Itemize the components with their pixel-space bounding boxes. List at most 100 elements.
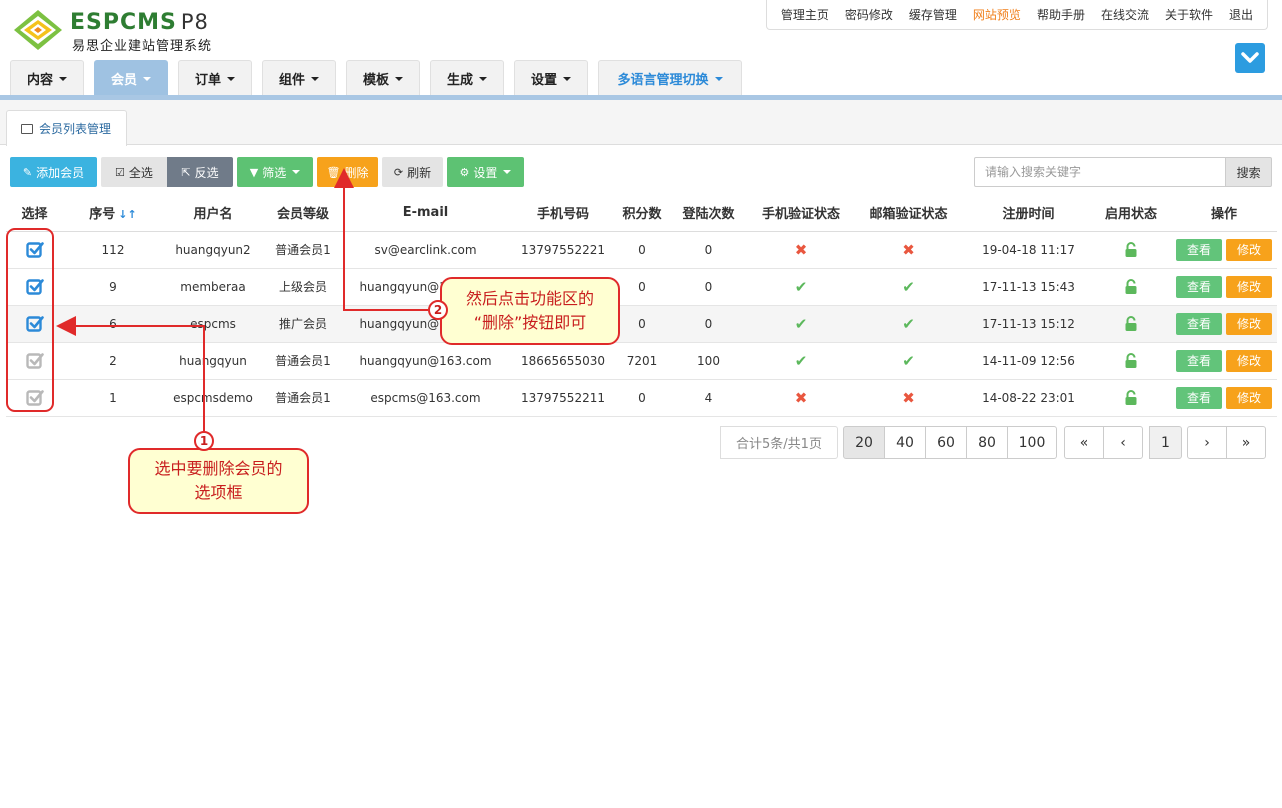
nav-tab-2[interactable]: 订单 (178, 60, 252, 96)
caret-down-icon (311, 76, 319, 81)
unlock-icon[interactable] (1124, 241, 1138, 257)
nav-tab-3[interactable]: 组件 (262, 60, 336, 96)
nav-tab-7[interactable]: 多语言管理切换 (598, 60, 742, 96)
first-page-button[interactable]: « (1064, 426, 1104, 459)
page-size-option[interactable]: 100 (1007, 426, 1057, 459)
cell-level: 普通会员1 (263, 231, 343, 269)
edit-button[interactable]: 修改 (1226, 238, 1272, 261)
unlock-icon[interactable] (1124, 278, 1138, 294)
caret-down-icon (59, 76, 67, 81)
delete-button[interactable]: 🗑 删除 (317, 157, 378, 187)
annotation-2-line2: “删除”按钮即可 (473, 313, 587, 332)
column-header-10: 注册时间 (966, 195, 1091, 232)
top-link-2[interactable]: 缓存管理 (901, 6, 965, 23)
pagination-nav-end: › » (1187, 426, 1266, 459)
view-button[interactable]: 查看 (1176, 312, 1222, 335)
cell-actions: 查看 修改 (1171, 305, 1277, 343)
column-header-0: 选择 (6, 195, 63, 232)
checked-checkbox-icon[interactable] (25, 315, 44, 332)
view-button[interactable]: 查看 (1176, 349, 1222, 372)
gear-icon: ⚙ (459, 165, 470, 179)
column-header-1[interactable]: 序号 ↓↑ (63, 195, 163, 232)
page-number-button[interactable]: 1 (1149, 426, 1182, 459)
edit-button[interactable]: 修改 (1226, 386, 1272, 409)
sort-icon[interactable]: ↓↑ (118, 208, 136, 221)
unchecked-checkbox-icon[interactable] (25, 389, 44, 406)
nav-tab-5[interactable]: 生成 (430, 60, 504, 96)
current-page: 1 (1149, 426, 1182, 459)
filter-button[interactable]: ▼ 筛选 (237, 157, 313, 187)
add-member-button[interactable]: ✎ 添加会员 (10, 157, 97, 187)
version-label: P8 (180, 10, 209, 34)
page-size-option[interactable]: 80 (966, 426, 1008, 459)
edit-icon: ✎ (22, 165, 33, 179)
cell-actions: 查看 修改 (1171, 268, 1277, 306)
cross-icon: ✖ (902, 388, 915, 407)
cell-phone: 18665655030 (508, 342, 618, 380)
column-header-7: 登陆次数 (666, 195, 751, 232)
cell-points: 0 (618, 305, 666, 343)
view-button[interactable]: 查看 (1176, 275, 1222, 298)
settings-button[interactable]: ⚙ 设置 (447, 157, 524, 187)
checked-checkbox-icon[interactable] (25, 278, 44, 295)
cell-enabled-status (1091, 379, 1171, 417)
unchecked-checkbox-icon[interactable] (25, 352, 44, 369)
cell-username: huangqyun (163, 342, 263, 380)
pagination-total: 合计5条/共1页 (720, 426, 838, 459)
edit-button[interactable]: 修改 (1226, 275, 1272, 298)
unlock-icon[interactable] (1124, 389, 1138, 405)
prev-page-button[interactable]: ‹ (1103, 426, 1143, 459)
cell-registered: 14-11-09 12:56 (966, 342, 1091, 380)
nav-tab-label: 会员 (110, 73, 137, 88)
nav-tab-1[interactable]: 会员 (94, 60, 168, 96)
collapse-toggle-button[interactable] (1235, 43, 1265, 73)
nav-tab-6[interactable]: 设置 (514, 60, 588, 96)
search-input[interactable] (974, 157, 1227, 187)
search-button[interactable]: 搜索 (1226, 157, 1272, 187)
tab-member-list[interactable]: 会员列表管理 (6, 110, 127, 146)
checked-checkbox-icon[interactable] (25, 241, 44, 258)
page-size-option[interactable]: 20 (843, 426, 885, 459)
unlock-icon[interactable] (1124, 352, 1138, 368)
caret-down-icon (143, 76, 151, 81)
check-icon: ✔ (902, 351, 915, 370)
top-link-1[interactable]: 密码修改 (837, 6, 901, 23)
cell-username: huangqyun2 (163, 231, 263, 269)
logo[interactable]: ESPCMS P8 易思企业建站管理系统 (12, 8, 232, 54)
edit-button[interactable]: 修改 (1226, 349, 1272, 372)
nav-tab-4[interactable]: 模板 (346, 60, 420, 96)
edit-button[interactable]: 修改 (1226, 312, 1272, 335)
top-link-4[interactable]: 帮助手册 (1029, 6, 1093, 23)
top-link-7[interactable]: 退出 (1221, 6, 1261, 23)
invert-selection-button[interactable]: ⇱ 反选 (167, 157, 233, 187)
check-icon: ✔ (794, 351, 808, 370)
caret-down-icon (395, 76, 403, 81)
cell-enabled-status (1091, 231, 1171, 269)
nav-tab-label: 订单 (194, 73, 221, 88)
view-button[interactable]: 查看 (1176, 386, 1222, 409)
unlock-icon[interactable] (1124, 315, 1138, 331)
page-size-option[interactable]: 40 (884, 426, 926, 459)
top-link-0[interactable]: 管理主页 (773, 6, 837, 23)
cell-enabled-status (1091, 305, 1171, 343)
cell-phone-verified: ✔ (751, 268, 851, 306)
cell-registered: 14-08-22 23:01 (966, 379, 1091, 417)
page-size-option[interactable]: 60 (925, 426, 967, 459)
pagination-total-text: 合计5条/共1页 (720, 426, 838, 459)
select-all-button[interactable]: ☑ 全选 (101, 157, 167, 187)
cell-registered: 17-11-13 15:12 (966, 305, 1091, 343)
nav-tab-label: 设置 (530, 73, 557, 88)
cell-username: espcms (163, 305, 263, 343)
top-link-6[interactable]: 关于软件 (1157, 6, 1221, 23)
view-button[interactable]: 查看 (1176, 238, 1222, 261)
nav-tab-0[interactable]: 内容 (10, 60, 84, 96)
last-page-button[interactable]: » (1226, 426, 1266, 459)
top-link-5[interactable]: 在线交流 (1093, 6, 1157, 23)
refresh-button[interactable]: ⟳ 刷新 (382, 157, 443, 187)
top-link-3[interactable]: 网站预览 (965, 6, 1029, 23)
row-checkbox-cell (6, 231, 63, 269)
cell-logins: 0 (666, 268, 751, 306)
row-checkbox-cell (6, 379, 63, 417)
next-page-button[interactable]: › (1187, 426, 1227, 459)
sub-tab-bar (0, 100, 1282, 145)
